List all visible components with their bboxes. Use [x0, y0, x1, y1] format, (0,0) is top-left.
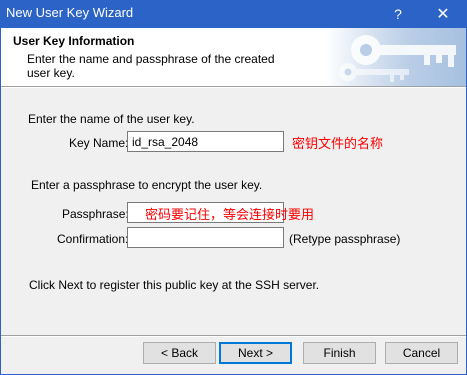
back-button[interactable]: < Back [143, 342, 216, 364]
confirmation-input[interactable] [127, 227, 284, 248]
next-button[interactable]: Next > [219, 342, 292, 364]
header-divider [1, 86, 466, 88]
key-name-annotation: 密钥文件的名称 [292, 137, 384, 152]
cancel-button[interactable]: Cancel [385, 342, 458, 364]
header-title: User Key Information [13, 34, 135, 48]
passphrase-prompt: Enter a passphrase to encrypt the user k… [31, 178, 263, 192]
title-bar: New User Key Wizard ? ✕ [0, 0, 467, 28]
key-name-input[interactable] [127, 131, 284, 152]
close-button[interactable]: ✕ [421, 0, 465, 28]
key-name-label: Key Name: [69, 136, 129, 150]
help-button[interactable]: ? [376, 0, 420, 28]
footer-divider [1, 335, 466, 337]
finish-button[interactable]: Finish [303, 342, 376, 364]
wizard-window: New User Key Wizard ? ✕ User Key Informa… [0, 0, 467, 375]
close-icon: ✕ [436, 6, 450, 23]
keys-icon [326, 28, 466, 86]
header-description: Enter the name and passphrase of the cre… [27, 52, 275, 80]
passphrase-annotation: 密码要记住，等会连接时要用 [145, 208, 315, 223]
register-instruction: Click Next to register this public key a… [29, 278, 320, 292]
wizard-client-area: User Key Information Enter the name and … [1, 28, 466, 374]
help-icon: ? [394, 6, 402, 22]
retype-hint: (Retype passphrase) [289, 232, 401, 246]
window-title: New User Key Wizard [6, 5, 134, 20]
confirmation-label: Confirmation: [57, 232, 129, 246]
wizard-header: User Key Information Enter the name and … [1, 28, 466, 86]
key-name-prompt: Enter the name of the user key. [28, 112, 195, 126]
passphrase-label: Passphrase: [62, 207, 129, 221]
